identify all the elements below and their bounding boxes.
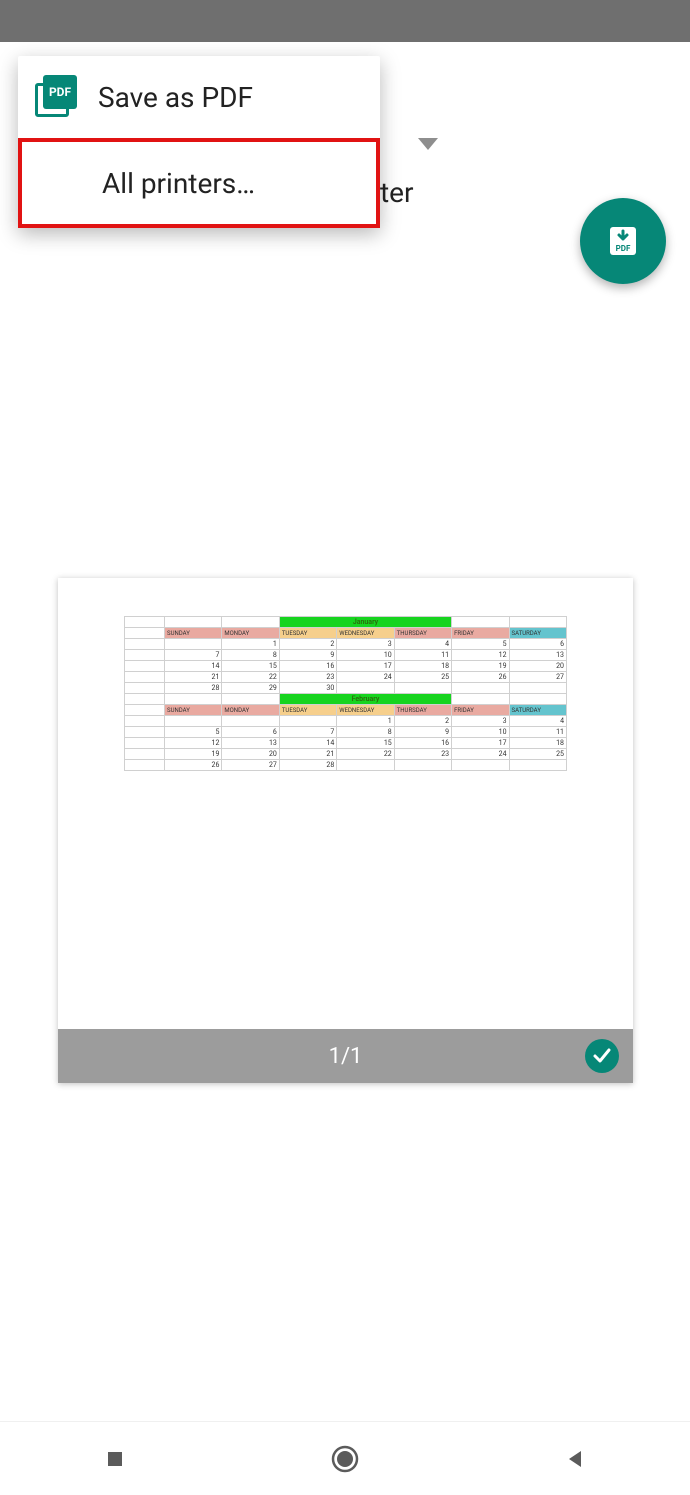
preview-page-content: JanuarySUNDAYMONDAYTUESDAYWEDNESDAYTHURS… bbox=[124, 616, 567, 771]
page-selected-check-icon[interactable] bbox=[585, 1039, 619, 1073]
printer-dropdown: PDF Save as PDF All printers… bbox=[18, 56, 380, 228]
page-indicator: 1/1 bbox=[329, 1044, 363, 1069]
dropdown-item-label: Save as PDF bbox=[98, 81, 253, 114]
triangle-left-icon bbox=[563, 1447, 587, 1471]
nav-recent-button[interactable] bbox=[98, 1442, 132, 1476]
save-pdf-fab[interactable]: PDF bbox=[580, 198, 666, 284]
square-icon bbox=[103, 1447, 127, 1471]
dropdown-item-save-as-pdf[interactable]: PDF Save as PDF bbox=[18, 56, 380, 138]
system-nav-bar bbox=[0, 1421, 690, 1495]
dropdown-item-all-printers[interactable]: All printers… bbox=[18, 138, 380, 228]
svg-text:PDF: PDF bbox=[616, 244, 631, 253]
nav-home-button[interactable] bbox=[328, 1442, 362, 1476]
page-footer: 1/1 bbox=[58, 1029, 633, 1083]
status-bar bbox=[0, 0, 690, 42]
nav-back-button[interactable] bbox=[558, 1442, 592, 1476]
download-pdf-icon: PDF bbox=[605, 223, 641, 259]
pdf-icon: PDF bbox=[34, 74, 80, 120]
circle-icon bbox=[330, 1444, 360, 1474]
obscured-label: ter bbox=[380, 176, 414, 209]
chevron-down-icon[interactable] bbox=[418, 138, 438, 150]
dropdown-item-label: All printers… bbox=[102, 167, 255, 200]
print-preview-area[interactable]: JanuarySUNDAYMONDAYTUESDAYWEDNESDAYTHURS… bbox=[0, 244, 690, 1422]
preview-page[interactable]: JanuarySUNDAYMONDAYTUESDAYWEDNESDAYTHURS… bbox=[58, 578, 633, 1083]
